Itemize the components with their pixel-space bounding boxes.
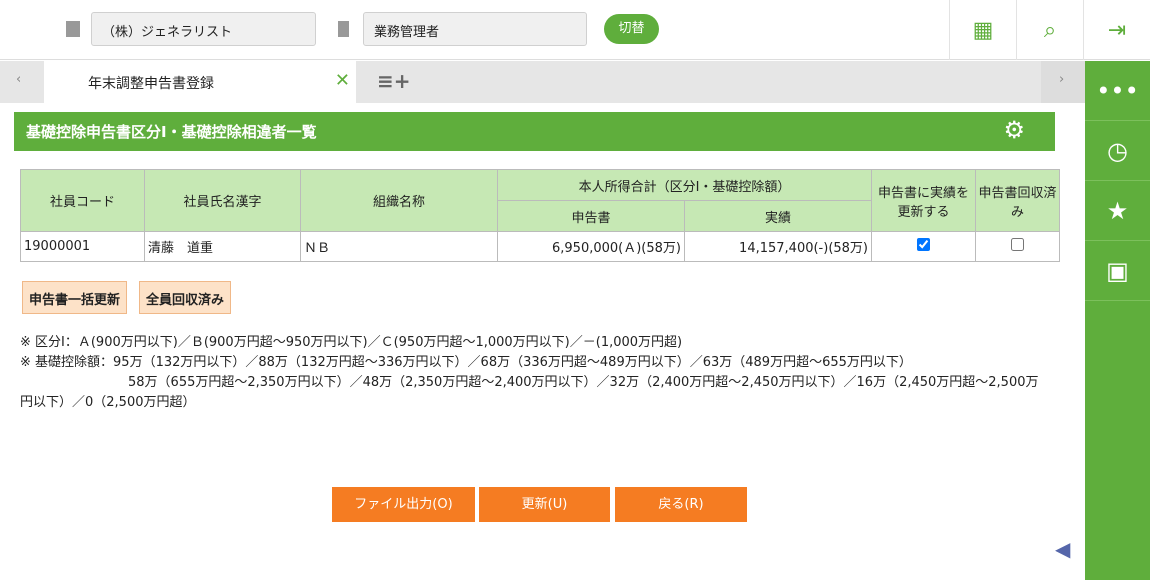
tab-label: 年末調整申告書登録	[88, 76, 214, 92]
cell-declared: 6,950,000(Ａ)(58万)	[497, 231, 685, 262]
notes: ※ 区分Ⅰ：Ａ(900万円以下)／Ｂ(900万円超～950万円以下)／Ｃ(950…	[20, 333, 1050, 413]
header-collected: 申告書回収済み	[975, 169, 1060, 232]
collapse-arrow-icon[interactable]: ◀	[1055, 537, 1070, 561]
file-output-button[interactable]: ファイル出力(O)	[332, 487, 475, 522]
header-org: 組織名称	[300, 169, 498, 232]
switch-button[interactable]: 切替	[604, 14, 659, 44]
search-icon[interactable]: ⌕	[1016, 0, 1083, 60]
more-icon[interactable]: •••	[1085, 61, 1150, 121]
clipboard-icon	[338, 21, 349, 37]
gear-icon[interactable]: ⚙	[1003, 116, 1025, 144]
tab-scroll-left-icon[interactable]: ‹	[16, 72, 21, 87]
collected-checkbox[interactable]	[1011, 238, 1024, 251]
tab-scroll-right-icon[interactable]: ›	[1041, 61, 1085, 103]
back-button[interactable]: 戻る(R)	[615, 487, 747, 522]
top-bar: （株）ジェネラリスト 業務管理者 切替 ▦ ⌕ ⇥	[0, 0, 1150, 60]
cell-name: 清藤 道重	[144, 231, 301, 262]
tab-bar: ‹ 年末調整申告書登録 ✕ ≡+ ›	[0, 61, 1085, 103]
note-category: ※ 区分Ⅰ：Ａ(900万円以下)／Ｂ(900万円超～950万円以下)／Ｃ(950…	[20, 335, 683, 350]
header-name: 社員氏名漢字	[144, 169, 301, 232]
bulk-update-button[interactable]: 申告書一括更新	[22, 281, 128, 314]
header-update: 申告書に実績を更新する	[871, 169, 976, 232]
header-income-group: 本人所得合計（区分Ⅰ・基礎控除額）	[497, 169, 872, 201]
star-icon[interactable]: ★	[1085, 181, 1150, 241]
close-tab-icon[interactable]: ✕	[335, 70, 350, 91]
role-field[interactable]: 業務管理者	[363, 12, 587, 46]
note-deduction-cont: 58万（655万円超～2,350万円以下）／48万（2,350万円超～2,400…	[20, 375, 1039, 410]
add-tab-icon[interactable]: ≡+	[377, 69, 411, 93]
company-field[interactable]: （株）ジェネラリスト	[91, 12, 316, 46]
all-collected-button[interactable]: 全員回収済み	[139, 281, 232, 314]
cell-actual: 14,157,400(-)(58万)	[684, 231, 872, 262]
header-declared: 申告書	[497, 200, 685, 232]
right-sidebar: ••• ◷ ★ ▣	[1085, 61, 1150, 580]
update-checkbox[interactable]	[917, 238, 930, 251]
logout-icon[interactable]: ⇥	[1083, 0, 1150, 60]
cell-code: 19000001	[20, 231, 145, 262]
history-icon[interactable]: ◷	[1085, 121, 1150, 181]
tab-year-end-adjustment[interactable]: 年末調整申告書登録 ✕	[44, 61, 356, 103]
note-deduction: ※ 基礎控除額：95万（132万円以下）／88万（132万円超～336万円以下）…	[20, 355, 912, 370]
cell-org: ＮＢ	[300, 231, 498, 262]
section-header: 基礎控除申告書区分Ⅰ・基礎控除相違者一覧 ⚙	[14, 112, 1055, 151]
header-code: 社員コード	[20, 169, 145, 232]
apps-grid-icon[interactable]: ▦	[949, 0, 1016, 60]
inbox-icon[interactable]: ▣	[1085, 241, 1150, 301]
building-icon	[66, 21, 80, 37]
page-title: 基礎控除申告書区分Ⅰ・基礎控除相違者一覧	[26, 123, 317, 141]
update-button[interactable]: 更新(U)	[479, 487, 610, 522]
differences-table: 社員コード 社員氏名漢字 組織名称 本人所得合計（区分Ⅰ・基礎控除額） 申告書に…	[20, 169, 1060, 262]
header-actual: 実績	[684, 200, 872, 232]
table-row: 19000001 清藤 道重 ＮＢ 6,950,000(Ａ)(58万) 14,1…	[20, 231, 1060, 262]
